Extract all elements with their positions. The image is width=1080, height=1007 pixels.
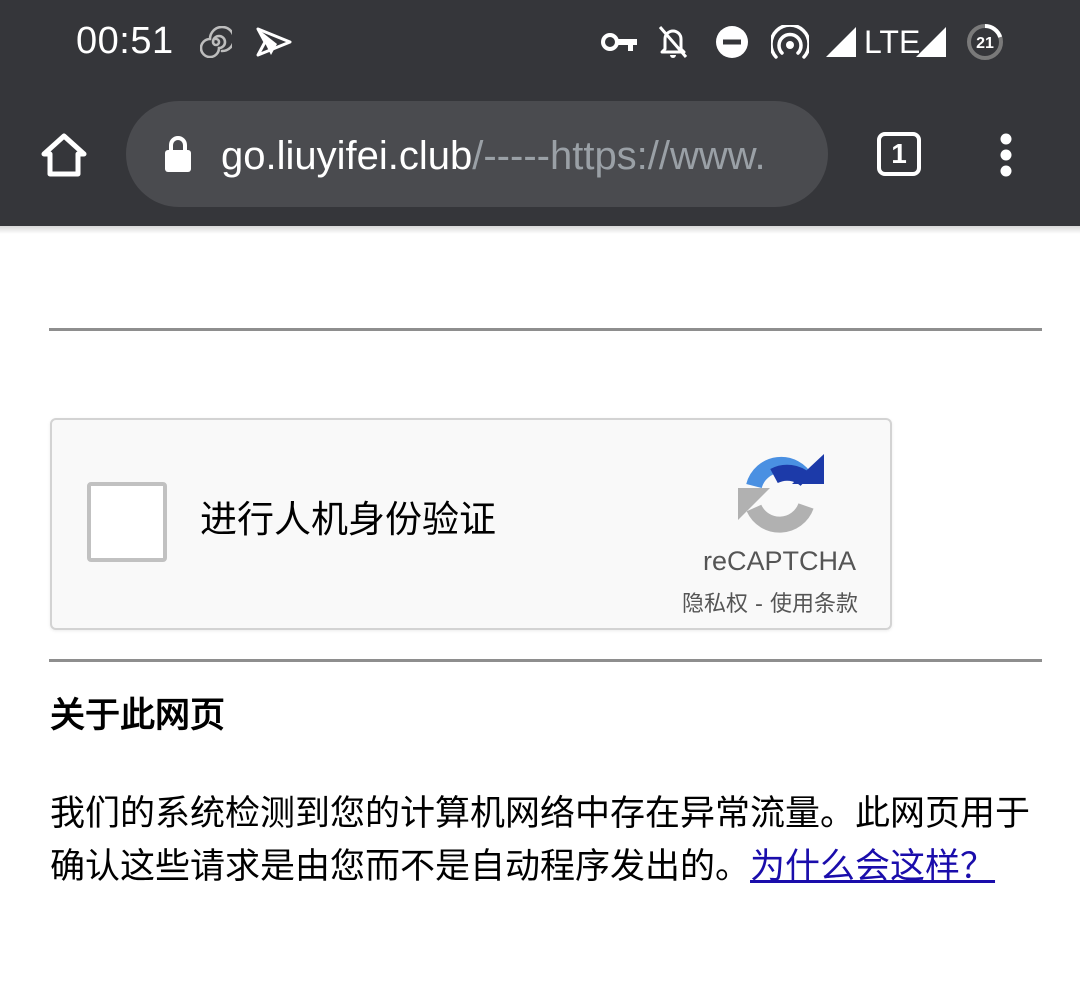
bottom-divider: [49, 659, 1042, 662]
recaptcha-label: 进行人机身份验证: [200, 498, 496, 541]
paper-plane-icon: [254, 22, 294, 62]
bell-off-icon: [654, 22, 692, 62]
link-separator: -: [748, 592, 770, 617]
why-link[interactable]: 为什么会这样？: [750, 847, 995, 887]
hotspot-icon: [770, 22, 810, 62]
about-body: 我们的系统检测到您的计算机网络中存在异常流量。此网页用于确认这些请求是由您而不是…: [50, 788, 1040, 894]
signal-icon: [824, 22, 858, 62]
top-divider: [49, 328, 1042, 331]
url-text[interactable]: go.liuyifei.club/-----https://www.: [221, 134, 806, 178]
battery-level: 21: [976, 35, 994, 52]
recaptcha-brand: reCAPTCHA: [702, 546, 856, 576]
recaptcha-widget: 进行人机身份验证 reCAPTCHA 隐私权 - 使用条款: [50, 418, 892, 630]
tab-count: 1: [891, 138, 907, 169]
url-path: /-----https://www.: [472, 134, 766, 178]
lte-label: LTE: [864, 24, 921, 60]
browser-toolbar: go.liuyifei.club/-----https://www. 1: [0, 84, 1080, 226]
status-time: 00:51: [76, 20, 174, 62]
spiral-icon: [198, 22, 234, 62]
url-bar[interactable]: go.liuyifei.club/-----https://www.: [126, 101, 828, 207]
battery-icon: 21: [966, 22, 1004, 62]
terms-link[interactable]: 使用条款: [770, 592, 858, 617]
do-not-disturb-icon: [714, 22, 750, 62]
lte-signal-icon: [914, 22, 948, 62]
recaptcha-logo-icon: [738, 454, 824, 533]
privacy-link[interactable]: 隐私权: [682, 592, 748, 617]
about-heading: 关于此网页: [50, 696, 226, 736]
toolbar-shadow: [0, 226, 1080, 234]
status-bar: 00:51 LTE 21: [0, 0, 1080, 84]
tab-switcher-button[interactable]: 1: [877, 132, 921, 176]
url-host: go.liuyifei.club: [221, 134, 473, 178]
vpn-key-icon: [600, 22, 640, 62]
recaptcha-links: 隐私权 - 使用条款: [682, 586, 858, 618]
home-icon[interactable]: [36, 128, 92, 184]
more-vert-icon[interactable]: [990, 130, 1022, 180]
recaptcha-checkbox[interactable]: [87, 482, 167, 562]
lock-icon[interactable]: [162, 133, 194, 175]
